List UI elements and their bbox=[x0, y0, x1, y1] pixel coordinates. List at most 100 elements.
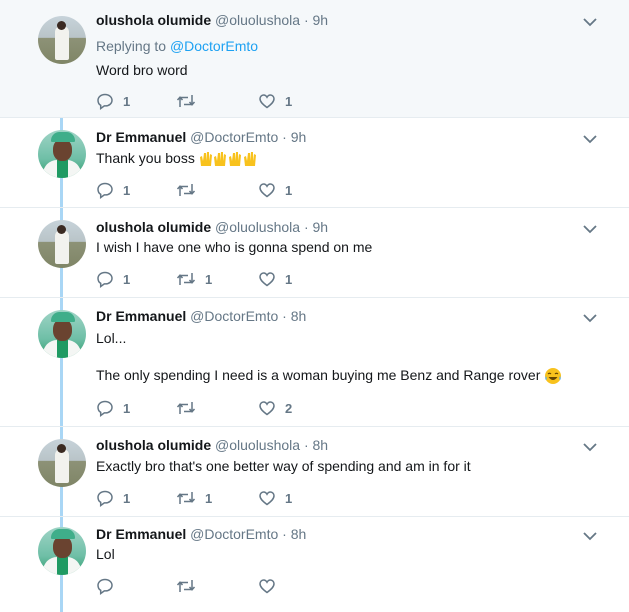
like-count: 1 bbox=[285, 490, 293, 506]
reply-icon bbox=[97, 578, 113, 595]
display-name[interactable]: Dr Emmanuel bbox=[96, 129, 186, 145]
reply-icon bbox=[97, 490, 113, 507]
like-button[interactable]: 1 bbox=[258, 91, 292, 111]
avatar[interactable] bbox=[38, 220, 86, 268]
user-handle[interactable]: @oluolushola bbox=[215, 219, 300, 235]
tears-of-joy-emoji bbox=[545, 368, 562, 385]
tweet[interactable]: Dr Emmanuel @DoctorEmto · 8h Lol bbox=[0, 517, 629, 595]
chevron-down-icon[interactable] bbox=[583, 442, 597, 452]
reply-button[interactable]: 1 bbox=[96, 91, 130, 111]
retweet-button[interactable] bbox=[176, 576, 196, 596]
like-count: 2 bbox=[285, 400, 293, 416]
tweet-text-second-paragraph: The only spending I need is a woman buyi… bbox=[96, 367, 562, 385]
reply-count: 1 bbox=[123, 400, 131, 416]
heart-icon bbox=[259, 401, 275, 416]
reply-button[interactable]: 1 bbox=[96, 180, 130, 200]
like-button[interactable]: 2 bbox=[258, 398, 292, 418]
tweet-header: Dr Emmanuel @DoctorEmto · 9h bbox=[96, 129, 306, 145]
tweet[interactable]: Dr Emmanuel @DoctorEmto · 9h Thank you b… bbox=[0, 118, 629, 208]
timestamp[interactable]: 8h bbox=[291, 526, 307, 542]
separator-dot: · bbox=[282, 526, 287, 542]
user-handle[interactable]: @DoctorEmto bbox=[190, 526, 278, 542]
heart-icon bbox=[259, 183, 275, 198]
tweet[interactable]: Dr Emmanuel @DoctorEmto · 8h Lol... The … bbox=[0, 298, 629, 427]
separator-dot: · bbox=[282, 308, 287, 324]
reply-icon bbox=[97, 400, 113, 417]
tweet-text: I wish I have one who is gonna spend on … bbox=[96, 239, 373, 255]
retweet-icon bbox=[176, 95, 196, 107]
user-handle[interactable]: @DoctorEmto bbox=[190, 129, 278, 145]
reply-count: 1 bbox=[123, 93, 131, 109]
avatar[interactable] bbox=[38, 130, 86, 178]
like-button[interactable]: 1 bbox=[258, 180, 292, 200]
retweet-button[interactable]: 1 bbox=[176, 269, 212, 289]
tweet-header: olushola olumide @oluolushola · 8h bbox=[96, 437, 328, 453]
timestamp[interactable]: 9h bbox=[291, 129, 307, 145]
reply-button[interactable] bbox=[96, 576, 114, 596]
retweet-icon bbox=[176, 184, 196, 196]
tweet-header: olushola olumide @oluolushola · 9h bbox=[96, 12, 328, 28]
heart-icon bbox=[259, 491, 275, 506]
retweet-button[interactable]: 1 bbox=[176, 488, 212, 508]
retweet-button[interactable] bbox=[176, 398, 205, 418]
chevron-down-icon[interactable] bbox=[583, 17, 597, 27]
heart-icon bbox=[259, 94, 275, 109]
timestamp[interactable]: 9h bbox=[313, 219, 329, 235]
user-handle[interactable]: @oluolushola bbox=[215, 437, 300, 453]
user-handle[interactable]: @DoctorEmto bbox=[190, 308, 278, 324]
avatar[interactable] bbox=[38, 310, 86, 358]
tweet-header: Dr Emmanuel @DoctorEmto · 8h bbox=[96, 526, 306, 542]
heart-icon bbox=[259, 579, 275, 594]
display-name[interactable]: Dr Emmanuel bbox=[96, 308, 186, 324]
tweet-text: Lol... bbox=[96, 330, 127, 346]
timestamp[interactable]: 8h bbox=[291, 308, 307, 324]
avatar[interactable] bbox=[38, 439, 86, 487]
avatar[interactable] bbox=[38, 16, 86, 64]
tweet-text: Exactly bro that's one better way of spe… bbox=[96, 458, 471, 474]
separator-dot: · bbox=[303, 437, 309, 453]
reply-icon bbox=[97, 93, 113, 110]
retweet-button[interactable] bbox=[176, 180, 205, 200]
retweet-icon bbox=[176, 402, 196, 414]
reply-icon bbox=[97, 271, 113, 288]
tweet[interactable]: olushola olumide @oluolushola · 8h Exact… bbox=[0, 427, 629, 517]
tweet-text-content: The only spending I need is a woman buyi… bbox=[96, 367, 541, 383]
separator-dot: · bbox=[282, 129, 287, 145]
heart-icon bbox=[259, 272, 275, 287]
chevron-down-icon[interactable] bbox=[583, 134, 597, 144]
like-count: 1 bbox=[285, 271, 293, 287]
tweet[interactable]: olushola olumide @oluolushola · 9h I wis… bbox=[0, 208, 629, 298]
avatar[interactable] bbox=[38, 527, 86, 575]
mention-link[interactable]: @DoctorEmto bbox=[170, 38, 258, 54]
reply-count: 1 bbox=[123, 490, 131, 506]
tweet[interactable]: olushola olumide @oluolushola · 9h Reply… bbox=[0, 0, 629, 118]
raised-hands-emoji bbox=[199, 152, 256, 167]
user-handle[interactable]: @oluolushola bbox=[215, 12, 300, 28]
like-button[interactable]: 1 bbox=[258, 269, 292, 289]
reply-button[interactable]: 1 bbox=[96, 488, 130, 508]
timestamp[interactable]: 9h bbox=[313, 12, 329, 28]
like-button[interactable]: 1 bbox=[258, 488, 292, 508]
tweet-header: olushola olumide @oluolushola · 9h bbox=[96, 219, 328, 235]
display-name[interactable]: Dr Emmanuel bbox=[96, 526, 186, 542]
like-count: 1 bbox=[285, 93, 293, 109]
replying-to: Replying to @DoctorEmto bbox=[96, 38, 258, 54]
retweet-count: 1 bbox=[205, 271, 213, 287]
chevron-down-icon[interactable] bbox=[583, 224, 597, 234]
like-count: 1 bbox=[285, 182, 293, 198]
like-button[interactable] bbox=[258, 576, 276, 596]
chevron-down-icon[interactable] bbox=[583, 531, 597, 541]
reply-button[interactable]: 1 bbox=[96, 398, 130, 418]
tweet-text: Word bro word bbox=[96, 62, 188, 78]
tweet-text: Thank you boss bbox=[96, 150, 259, 167]
retweet-icon bbox=[176, 580, 196, 592]
reply-button[interactable]: 1 bbox=[96, 269, 130, 289]
display-name[interactable]: olushola olumide bbox=[96, 12, 211, 28]
reply-icon bbox=[97, 182, 113, 199]
display-name[interactable]: olushola olumide bbox=[96, 219, 211, 235]
retweet-icon bbox=[176, 492, 196, 504]
display-name[interactable]: olushola olumide bbox=[96, 437, 211, 453]
chevron-down-icon[interactable] bbox=[583, 313, 597, 323]
timestamp[interactable]: 8h bbox=[313, 437, 329, 453]
retweet-button[interactable] bbox=[176, 91, 205, 111]
